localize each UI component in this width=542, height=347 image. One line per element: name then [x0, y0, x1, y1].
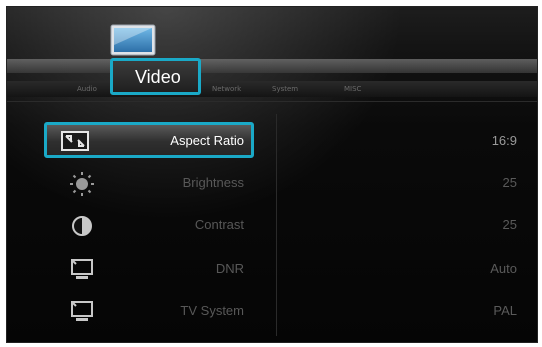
tab-video-label: Video [135, 67, 181, 87]
tab-misc[interactable]: MISC [344, 85, 361, 93]
menu-item-value: Auto [490, 261, 517, 276]
tab-system[interactable]: System [272, 85, 298, 93]
menu-item-label: TV System [180, 303, 244, 318]
settings-menu: Aspect Ratio 16:9 Brightness 25 Contrast… [7, 114, 537, 342]
menu-item-dnr[interactable]: DNR Auto [7, 252, 537, 288]
menu-item-aspect-ratio[interactable]: Aspect Ratio 16:9 [7, 122, 537, 160]
tab-video[interactable]: Video [110, 58, 201, 95]
menu-item-value: 25 [502, 217, 517, 232]
brightness-icon [70, 172, 94, 196]
menu-item-label: Aspect Ratio [170, 133, 244, 148]
screen: Audio Network System MISC Video Aspect R… [0, 0, 542, 347]
menu-item-label: DNR [215, 261, 244, 276]
header-band [7, 59, 537, 73]
tab-network[interactable]: Network [212, 85, 241, 93]
monitor-icon [71, 301, 93, 321]
menu-item-contrast[interactable]: Contrast 25 [7, 208, 537, 244]
menu-item-label: Contrast [194, 217, 244, 232]
menu-item-value: PAL [493, 303, 517, 318]
menu-item-label: Brightness [182, 175, 244, 190]
tab-audio[interactable]: Audio [77, 85, 97, 93]
settings-panel: Audio Network System MISC Video Aspect R… [6, 6, 538, 343]
video-monitor-icon [110, 24, 156, 56]
aspect-ratio-icon [61, 131, 89, 151]
header-divider [7, 101, 537, 102]
menu-item-value: 25 [502, 175, 517, 190]
menu-item-value: 16:9 [491, 133, 517, 148]
menu-item-brightness[interactable]: Brightness 25 [7, 166, 537, 202]
monitor-icon [71, 259, 93, 279]
contrast-icon [72, 216, 92, 236]
menu-item-tv-system[interactable]: TV System PAL [7, 294, 537, 330]
